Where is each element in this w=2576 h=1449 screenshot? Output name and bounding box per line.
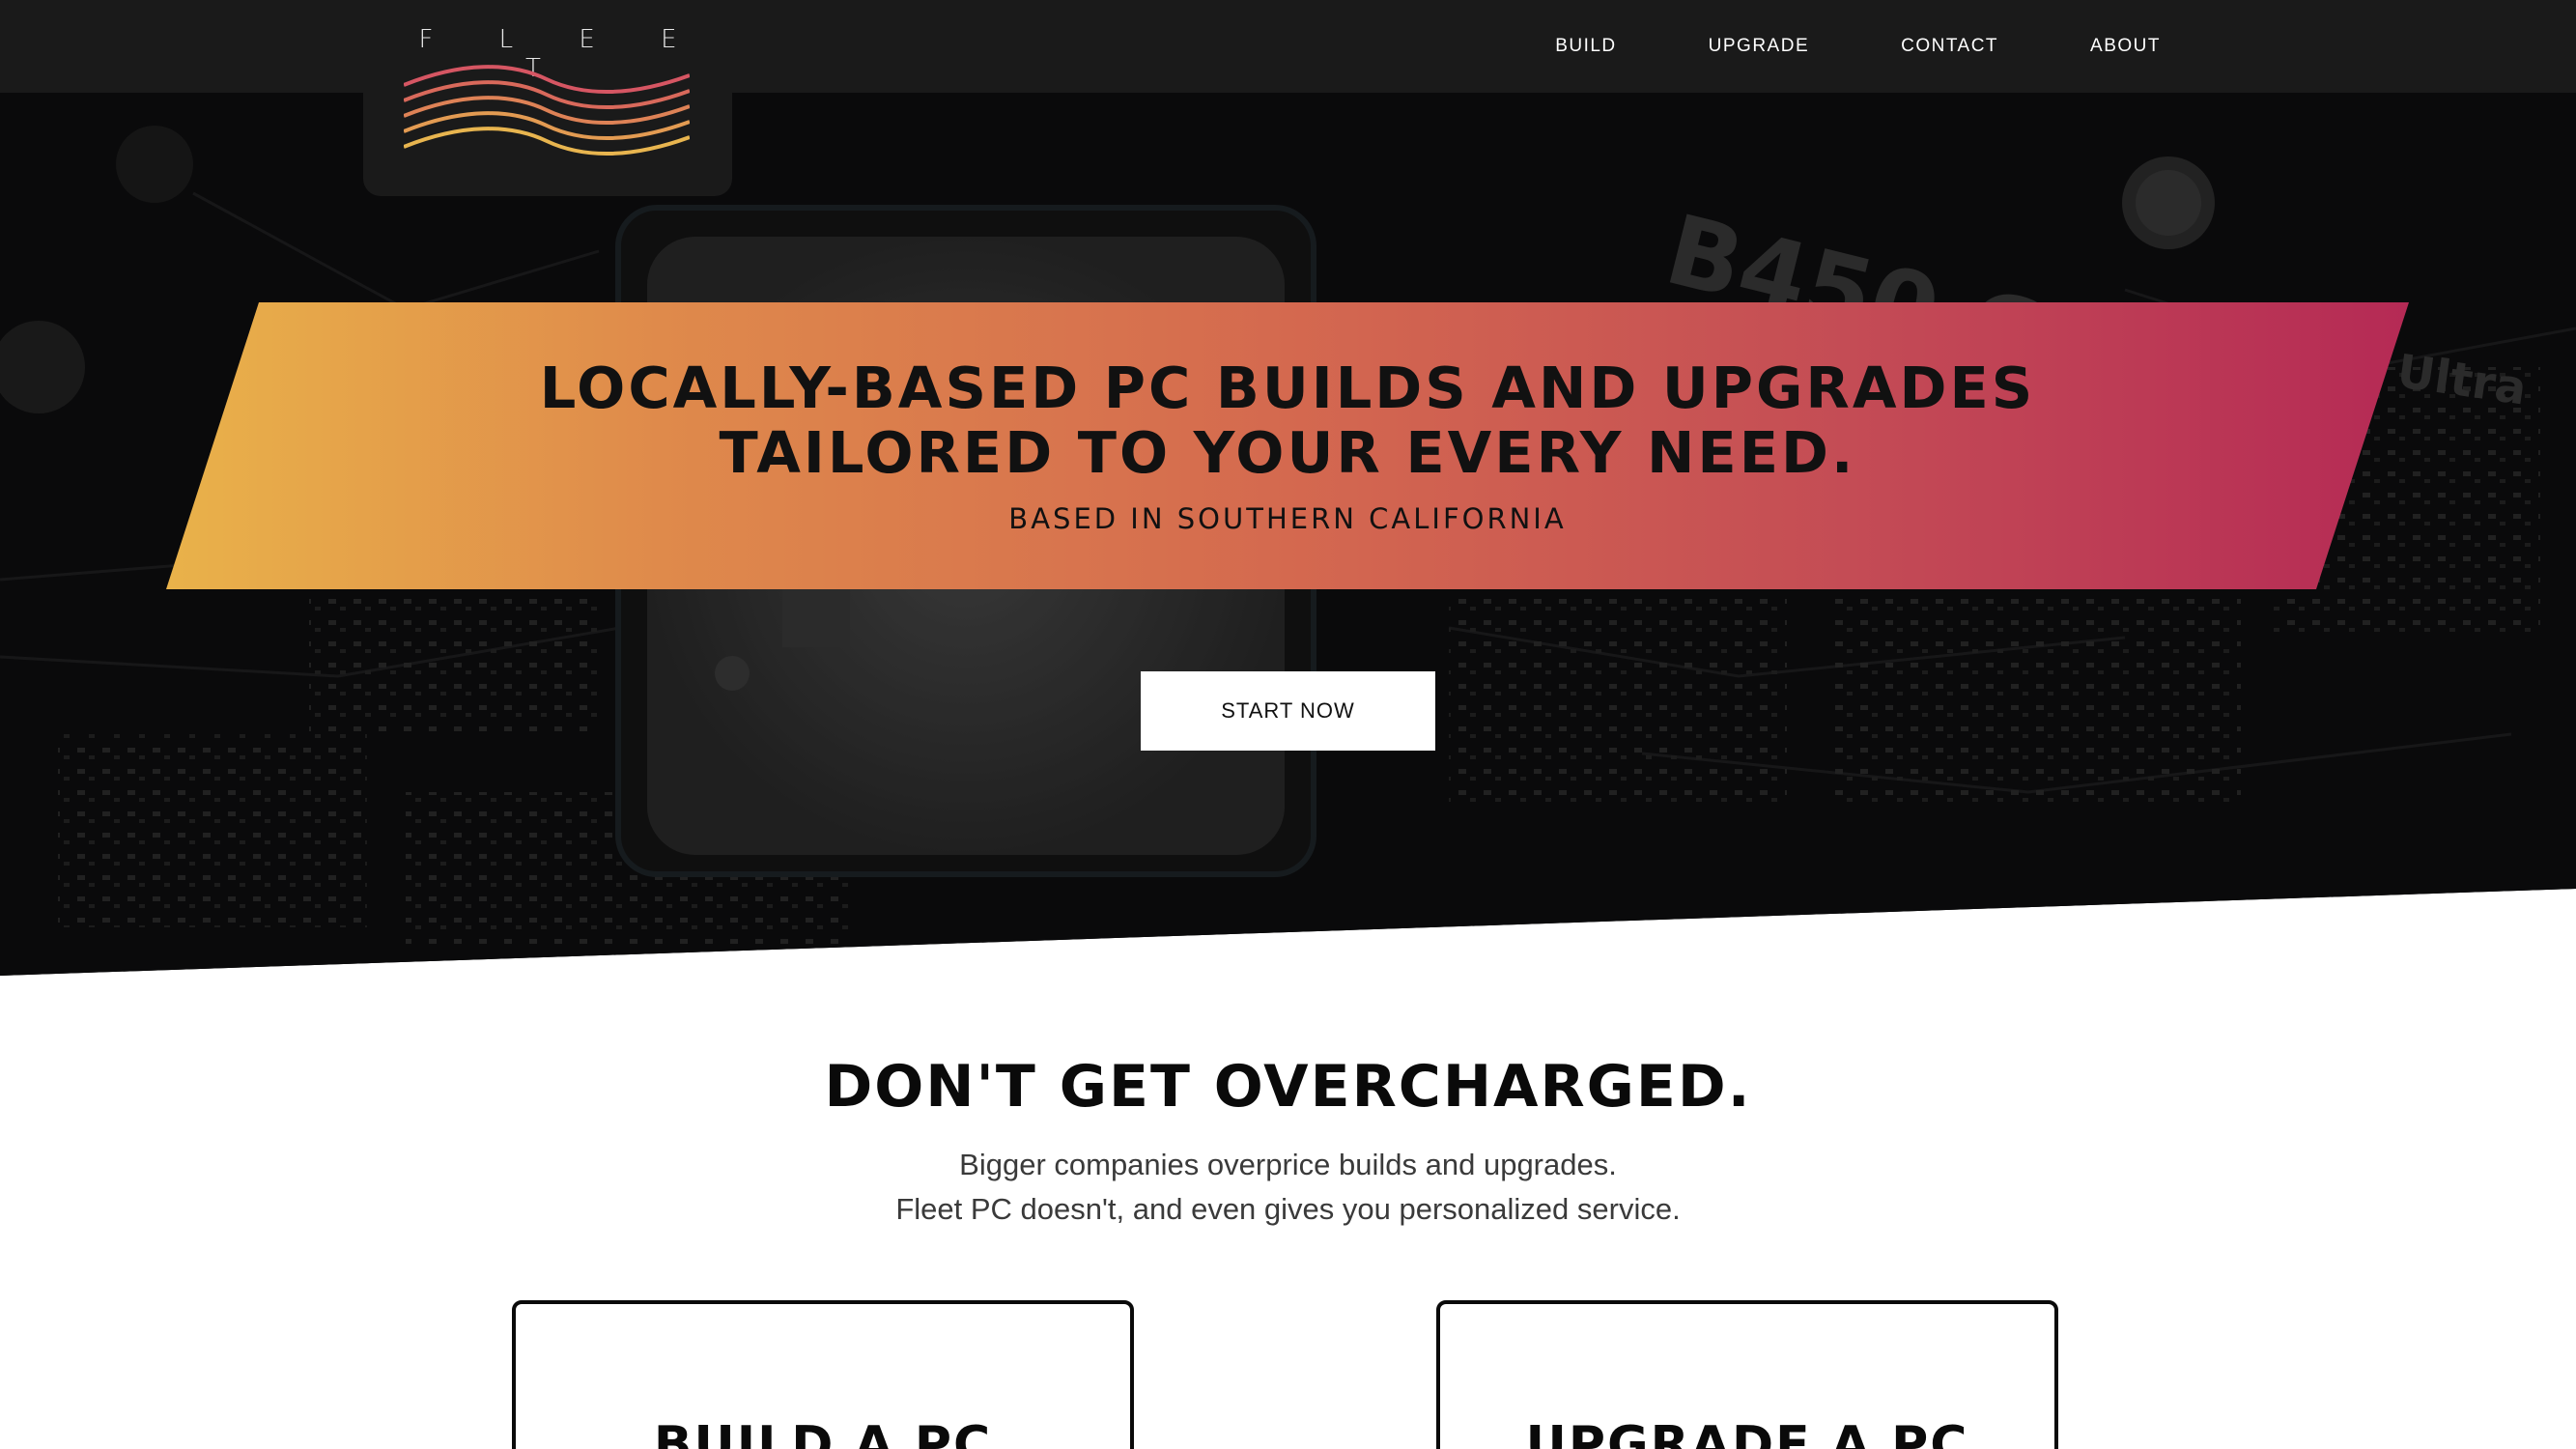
hero-headline-line-2: TAILORED TO YOUR EVERY NEED.: [719, 419, 1856, 486]
nav-item-build[interactable]: BUILD: [1555, 36, 1616, 57]
hero-banner: LOCALLY-BASED PC BUILDS AND UPGRADES TAI…: [166, 302, 2409, 589]
wave-logo-icon: [404, 65, 690, 156]
start-now-button[interactable]: START NOW: [1141, 671, 1435, 751]
build-pc-card[interactable]: BUILD A PC: [512, 1300, 1134, 1449]
nav-item-contact[interactable]: CONTACT: [1901, 36, 1998, 57]
section-text-line-1: Bigger companies overprice builds and up…: [959, 1148, 1617, 1181]
upgrade-pc-card[interactable]: UPGRADE A PC: [1436, 1300, 2058, 1449]
nav-menu: BUILD UPGRADE CONTACT ABOUT: [1463, 0, 2161, 93]
card-title: BUILD A PC: [653, 1416, 993, 1449]
nav-item-upgrade[interactable]: UPGRADE: [1709, 36, 1809, 57]
hero-subheadline: BASED IN SOUTHERN CALIFORNIA: [1008, 502, 1567, 535]
page: B450 Gaming Ultra BUILD UPGRADE CONTACT …: [0, 0, 2576, 1449]
card-title: UPGRADE A PC: [1525, 1416, 1969, 1449]
section-text-line-2: Fleet PC doesn't, and even gives you per…: [895, 1192, 1681, 1226]
hero-headline: LOCALLY-BASED PC BUILDS AND UPGRADES TAI…: [166, 355, 2409, 485]
hero-headline-line-1: LOCALLY-BASED PC BUILDS AND UPGRADES: [539, 355, 2036, 421]
nav-item-about[interactable]: ABOUT: [2090, 36, 2161, 57]
logo[interactable]: F L E E T: [363, 0, 732, 196]
section-title: DON'T GET OVERCHARGED.: [824, 1053, 1752, 1121]
